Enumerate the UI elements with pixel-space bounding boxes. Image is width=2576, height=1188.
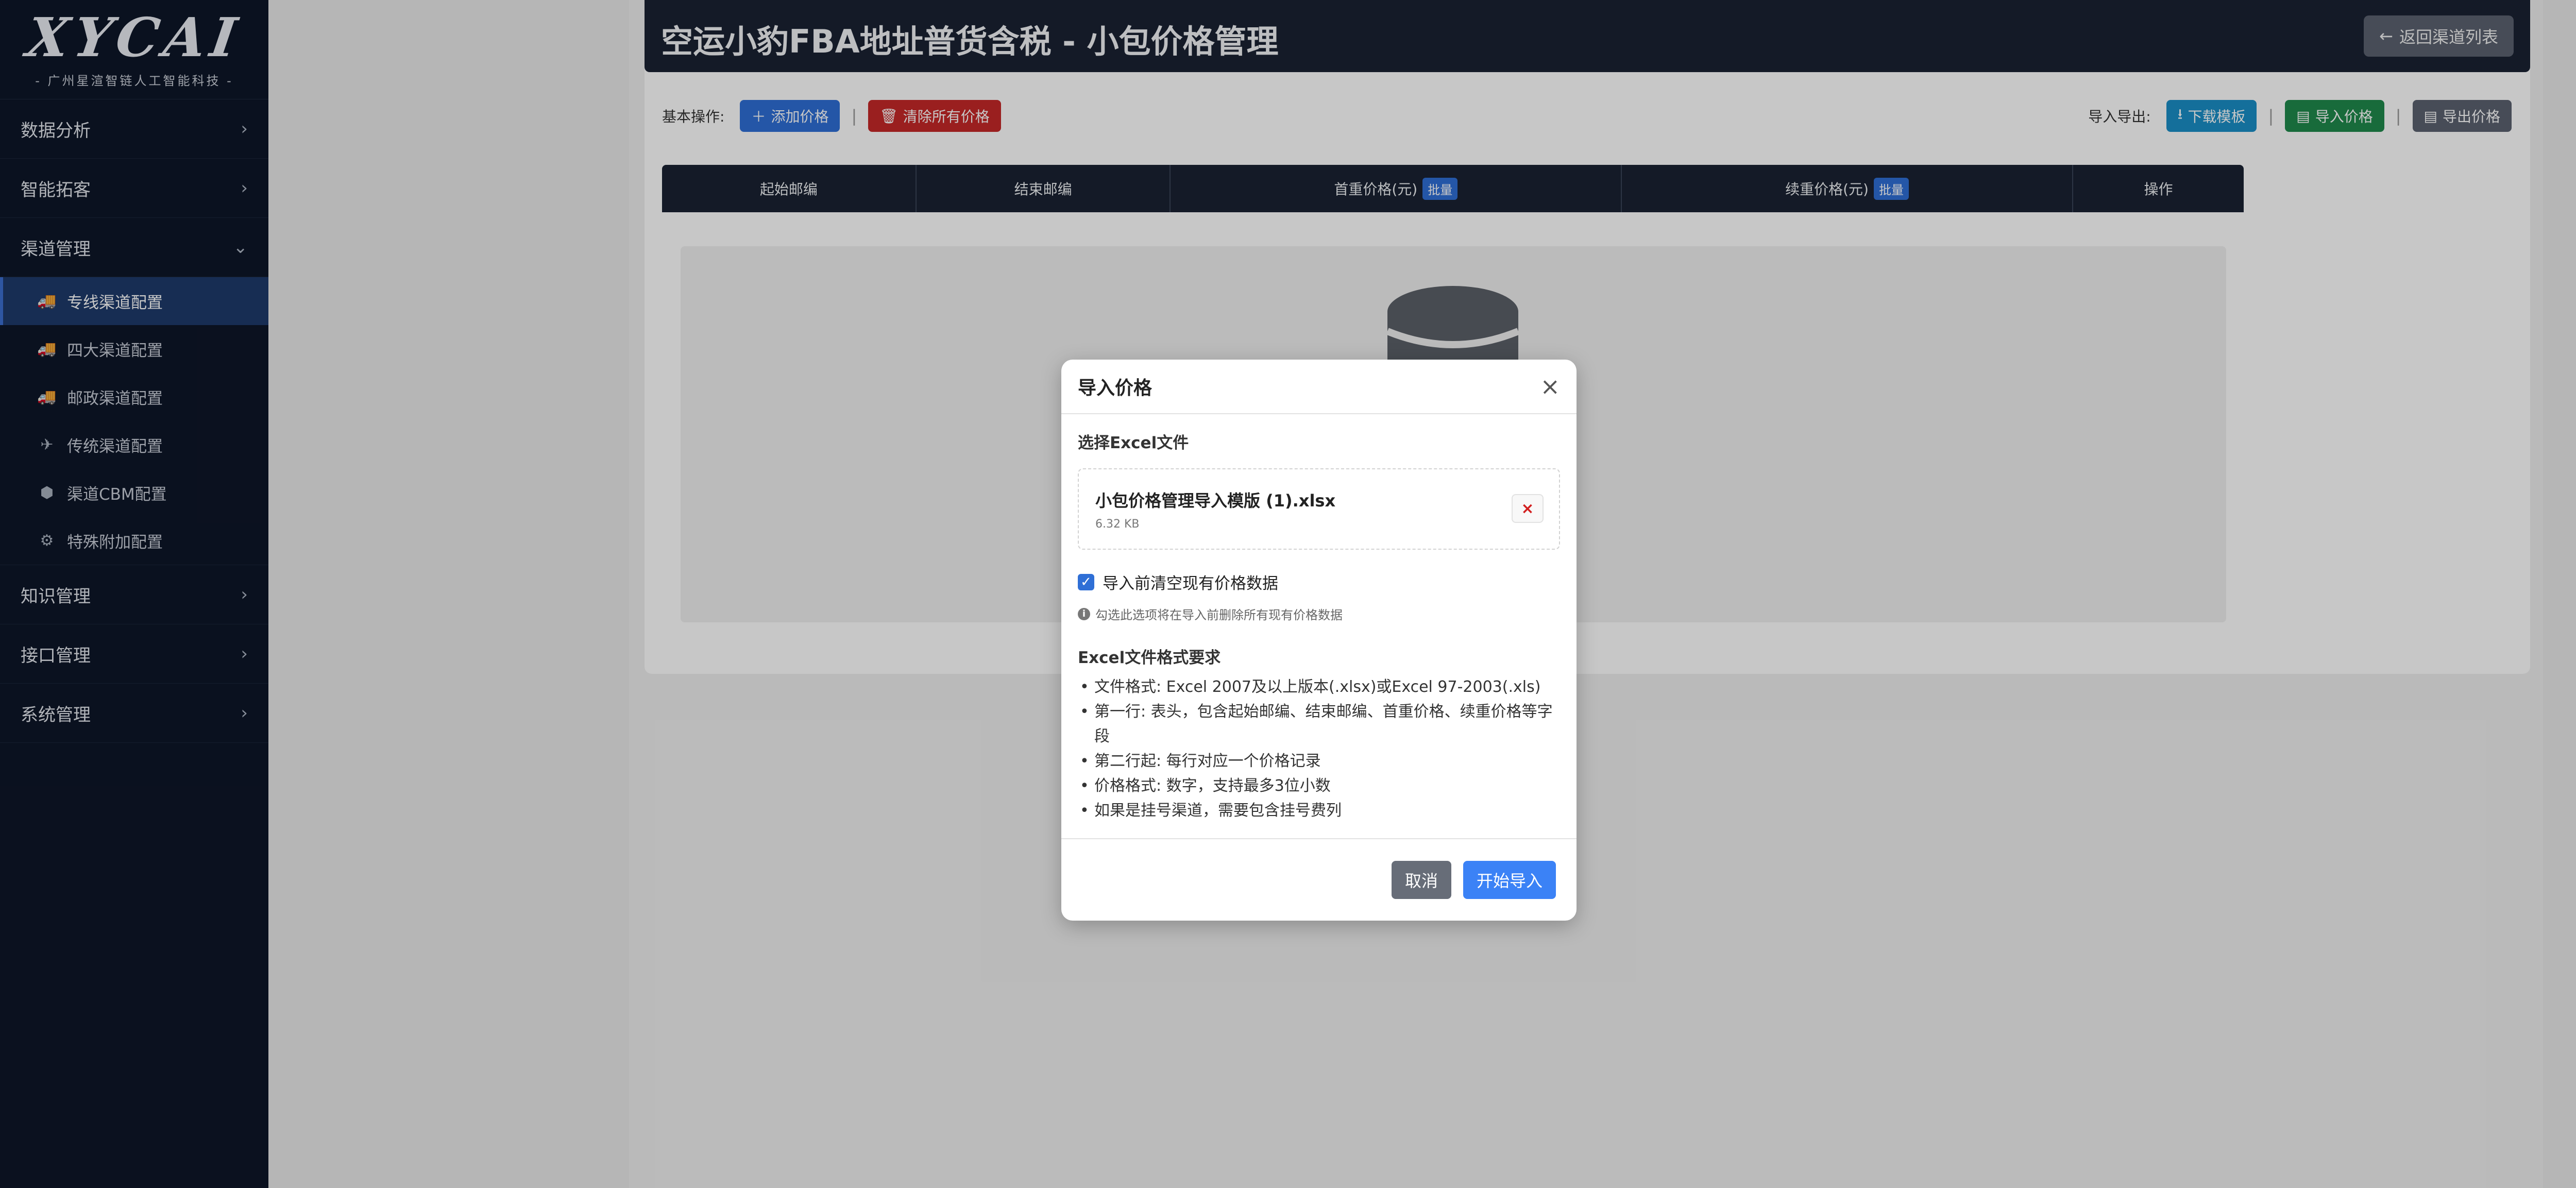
dialog-body: 选择Excel文件 小包价格管理导入模版 (1).xlsx 6.32 KB × … xyxy=(1061,414,1577,823)
remove-file-button[interactable]: × xyxy=(1512,494,1544,523)
clear-before-import-checkbox[interactable]: ✓ xyxy=(1078,573,1094,590)
requirement-item: 第一行: 表头，包含起始邮编、结束邮编、首重价格、续重价格等字段 xyxy=(1078,700,1560,749)
selected-file-name: 小包价格管理导入模版 (1).xlsx xyxy=(1095,491,1336,511)
requirements-list: 文件格式: Excel 2007及以上版本(.xlsx)或Excel 97-20… xyxy=(1078,675,1560,823)
clear-before-import-option[interactable]: ✓ 导入前清空现有价格数据 xyxy=(1078,570,1560,593)
requirement-item: 文件格式: Excel 2007及以上版本(.xlsx)或Excel 97-20… xyxy=(1078,675,1560,700)
clear-hint-text: 勾选此选项将在导入前删除所有现有价格数据 xyxy=(1095,608,1343,622)
requirements-title: Excel文件格式要求 xyxy=(1078,649,1221,667)
file-section-label: 选择Excel文件 xyxy=(1078,434,1189,452)
start-import-button[interactable]: 开始导入 xyxy=(1463,861,1556,899)
requirement-item: 第二行起: 每行对应一个价格记录 xyxy=(1078,749,1560,774)
info-icon: i xyxy=(1078,607,1090,620)
import-price-dialog: 导入价格 × 选择Excel文件 小包价格管理导入模版 (1).xlsx 6.3… xyxy=(1061,360,1577,921)
dialog-header: 导入价格 × xyxy=(1061,360,1577,414)
close-icon[interactable]: × xyxy=(1540,372,1560,400)
dialog-footer: 取消 开始导入 xyxy=(1061,838,1577,921)
requirement-item: 如果是挂号渠道，需要包含挂号费列 xyxy=(1078,799,1560,823)
file-drop-zone[interactable]: 小包价格管理导入模版 (1).xlsx 6.32 KB × xyxy=(1078,468,1560,550)
requirement-item: 价格格式: 数字，支持最多3位小数 xyxy=(1078,774,1560,799)
dialog-title: 导入价格 xyxy=(1078,378,1153,399)
clear-before-import-label: 导入前清空现有价格数据 xyxy=(1103,574,1278,593)
clear-hint: i 勾选此选项将在导入前删除所有现有价格数据 xyxy=(1078,605,1560,623)
selected-file-size: 6.32 KB xyxy=(1095,518,1140,531)
cancel-button[interactable]: 取消 xyxy=(1391,861,1451,899)
